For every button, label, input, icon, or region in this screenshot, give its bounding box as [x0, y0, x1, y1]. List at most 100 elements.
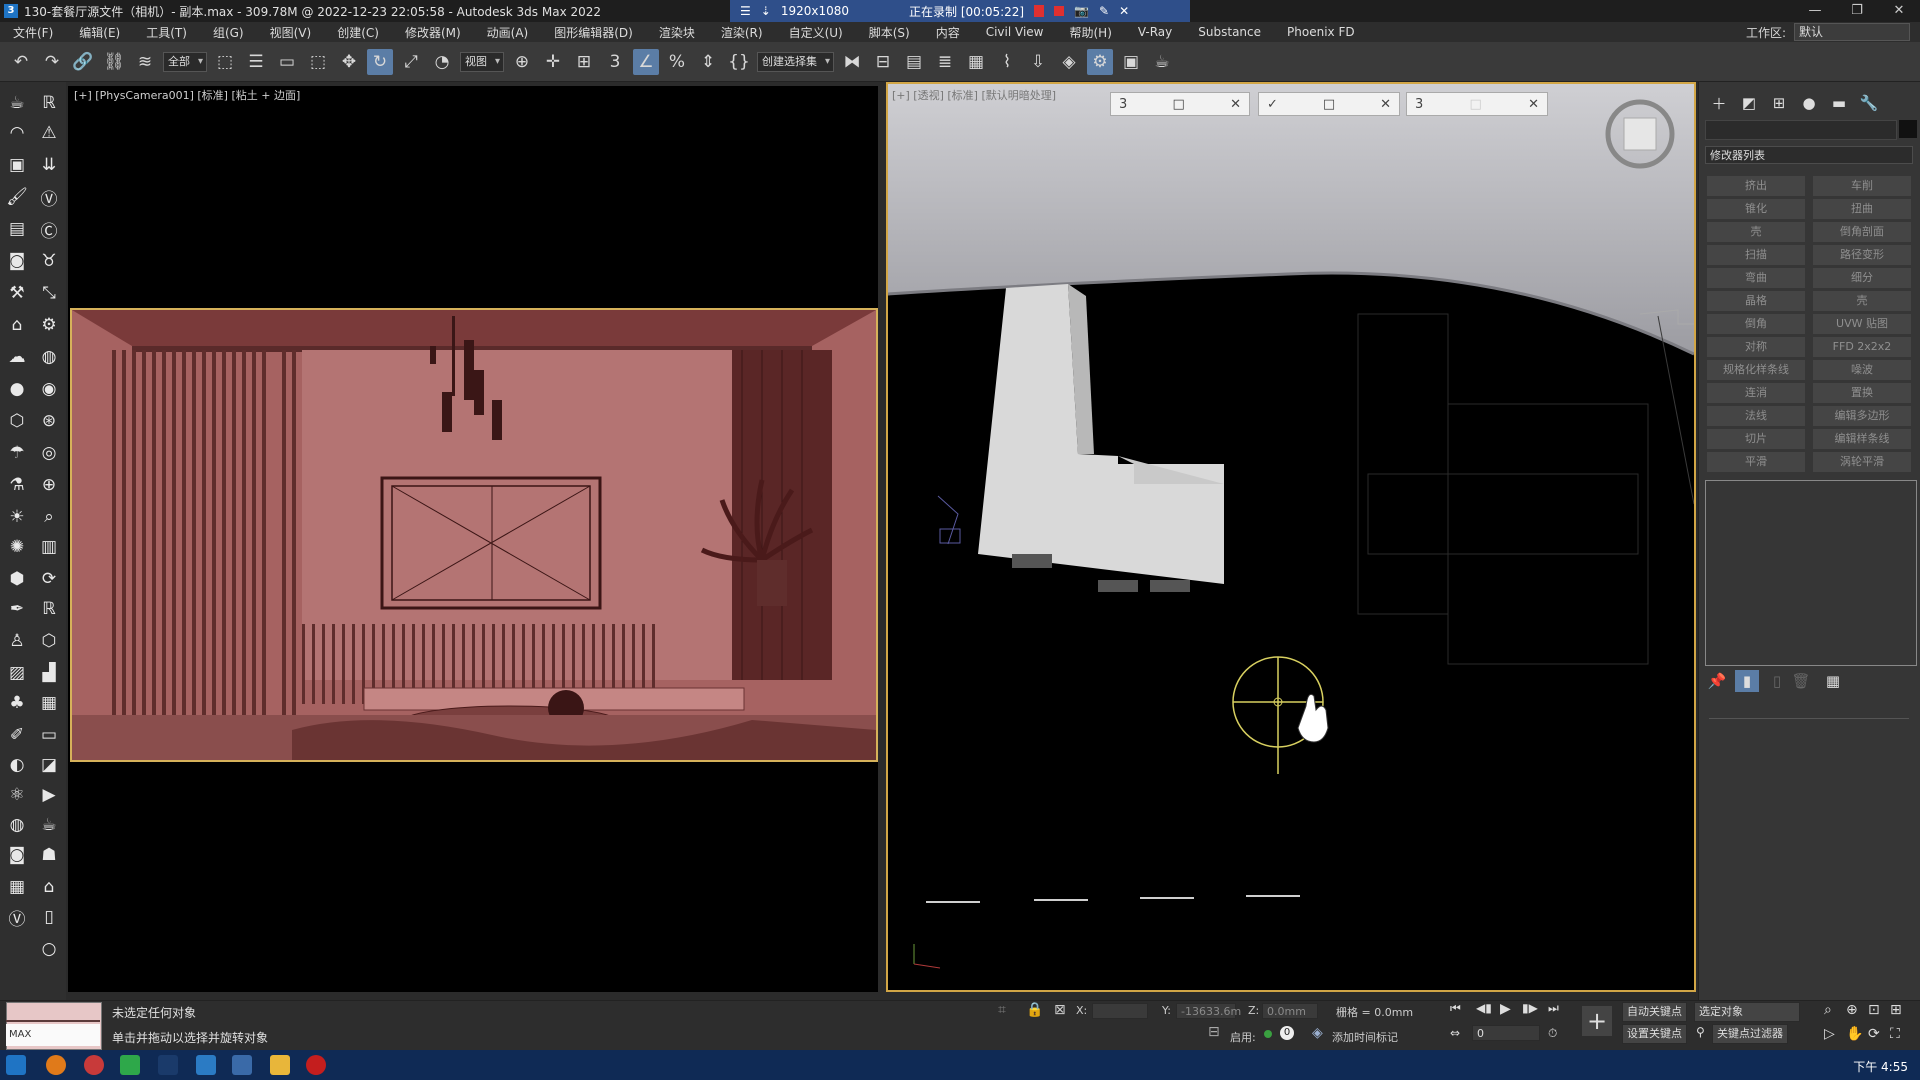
- menu-render-block[interactable]: 渲染块: [646, 24, 708, 41]
- bm-icon[interactable]: ▦: [36, 690, 62, 716]
- link-icon[interactable]: 🔗: [70, 49, 96, 75]
- undo-icon[interactable]: ↶: [8, 49, 34, 75]
- hexagon-icon[interactable]: ⬡: [4, 408, 30, 434]
- pause-record-icon[interactable]: [1034, 5, 1045, 17]
- play-icon[interactable]: ▶: [1500, 1001, 1511, 1017]
- camera-render-frame[interactable]: [70, 308, 878, 762]
- unlink-icon[interactable]: ⛓: [101, 49, 127, 75]
- auto-key-button[interactable]: 自动关键点: [1622, 1002, 1687, 1022]
- mirror-icon[interactable]: ⧓: [839, 49, 865, 75]
- flask-icon[interactable]: ⚗: [4, 472, 30, 498]
- pin-stack-icon[interactable]: 📌: [1705, 670, 1729, 692]
- menu-vray[interactable]: V-Ray: [1125, 25, 1185, 39]
- goto-start-icon[interactable]: ⏮: [1450, 1001, 1461, 1016]
- modifier-button[interactable]: 编辑多边形: [1813, 406, 1911, 426]
- cube-circle-icon[interactable]: ◍: [36, 344, 62, 370]
- modifier-button[interactable]: 车削: [1813, 176, 1911, 196]
- modifier-button[interactable]: 路径变形: [1813, 245, 1911, 265]
- photoshop-icon[interactable]: [158, 1055, 178, 1075]
- ball-icon[interactable]: ●: [4, 376, 30, 402]
- modifier-button[interactable]: 规格化样条线: [1707, 360, 1805, 380]
- configure-sets-icon[interactable]: ▦: [1821, 670, 1845, 692]
- umbrella-icon[interactable]: ☂: [4, 440, 30, 466]
- place-icon[interactable]: ◔: [429, 49, 455, 75]
- menu-customize[interactable]: 自定义(U): [776, 24, 856, 41]
- orbit-icon[interactable]: ⟳: [1868, 1026, 1880, 1042]
- modifier-button[interactable]: 涡轮平滑: [1813, 452, 1911, 472]
- 3dsmax-taskbar-icon[interactable]: [196, 1055, 216, 1075]
- sun-icon[interactable]: ☀: [4, 504, 30, 530]
- pan-icon[interactable]: ✋: [1846, 1026, 1863, 1042]
- white-circle-icon[interactable]: ○: [36, 936, 62, 962]
- modifier-button[interactable]: 连消: [1707, 383, 1805, 403]
- object-color-swatch[interactable]: [1899, 120, 1917, 138]
- zoom-icon[interactable]: ⌕: [1824, 1002, 1832, 1018]
- rotate-icon[interactable]: ↻: [367, 48, 393, 75]
- camera-icon[interactable]: 📷: [1074, 4, 1089, 18]
- maximize-viewport-icon[interactable]: ⛶: [1890, 1026, 1900, 1042]
- lamp-icon[interactable]: ⌂: [4, 312, 30, 338]
- layer-explorer-icon[interactable]: ≣: [932, 49, 958, 75]
- modifier-button[interactable]: 壳: [1707, 222, 1805, 242]
- modifier-button[interactable]: 切片: [1707, 429, 1805, 449]
- zoom-extents-all-icon[interactable]: ⊞: [1890, 1002, 1902, 1018]
- rect-selection-icon[interactable]: ▭: [274, 49, 300, 75]
- rendered-frame-icon[interactable]: ▣: [1118, 49, 1144, 75]
- modifier-button[interactable]: 对称: [1707, 337, 1805, 357]
- prev-frame-icon[interactable]: ◀▮: [1476, 1001, 1492, 1015]
- cloud-icon[interactable]: ☁: [4, 344, 30, 370]
- warning-icon[interactable]: ⚠: [36, 120, 62, 146]
- record-app-icon[interactable]: [306, 1055, 326, 1075]
- menu-modifiers[interactable]: 修改器(M): [392, 24, 474, 41]
- grass-icon[interactable]: ♣: [4, 690, 30, 716]
- stairs-icon[interactable]: ▟: [36, 660, 62, 686]
- motion-tab-icon[interactable]: ●: [1797, 92, 1821, 114]
- window-tool-icon[interactable]: ◪: [36, 752, 62, 778]
- menu-group[interactable]: 组(G): [200, 24, 257, 41]
- modify-tab-icon[interactable]: ◩: [1737, 92, 1761, 114]
- angle-snap-icon[interactable]: ∠: [633, 48, 659, 75]
- utilities-tab-icon[interactable]: 🔧: [1857, 92, 1881, 114]
- tool-item-icon[interactable]: ◙: [4, 248, 30, 274]
- kettle-icon[interactable]: ☕: [36, 812, 62, 838]
- add-time-tag[interactable]: 添加时间标记: [1332, 1029, 1398, 1045]
- maximize-icon[interactable]: □: [1470, 97, 1482, 112]
- modifier-button[interactable]: 置换: [1813, 383, 1911, 403]
- curve-editor-icon[interactable]: ⌇: [994, 49, 1020, 75]
- modifier-button[interactable]: 锥化: [1707, 199, 1805, 219]
- time-tag-icon[interactable]: ◈: [1312, 1025, 1323, 1041]
- doc-icon[interactable]: ▯: [36, 904, 62, 930]
- modifier-button[interactable]: 编辑样条线: [1813, 429, 1911, 449]
- modifier-button[interactable]: FFD 2x2x2: [1813, 337, 1911, 357]
- render-tool-icon[interactable]: ▤: [4, 216, 30, 242]
- paint-icon[interactable]: 🖌: [4, 184, 30, 210]
- select-by-name-icon[interactable]: ☰: [243, 49, 269, 75]
- zoom-all-icon[interactable]: ⊕: [1846, 1002, 1858, 1018]
- float-window-2[interactable]: ✓ □ ✕: [1258, 92, 1400, 116]
- map-icon[interactable]: ▦: [4, 874, 30, 900]
- mouse-button-icon[interactable]: ⊟: [1208, 1024, 1220, 1040]
- keyboard-shortcut-icon[interactable]: ⊞: [571, 49, 597, 75]
- redo-icon[interactable]: ↷: [39, 49, 65, 75]
- balloon-icon[interactable]: ♉: [36, 248, 62, 274]
- schematic-view-icon[interactable]: ⇩: [1025, 49, 1051, 75]
- hex-nut-icon[interactable]: ⬡: [36, 628, 62, 654]
- move-icon[interactable]: ✥: [336, 49, 362, 75]
- percent-snap-icon[interactable]: %: [664, 49, 690, 75]
- close-icon[interactable]: ✕: [1878, 0, 1920, 22]
- folder-icon[interactable]: [270, 1055, 290, 1075]
- render-production-icon[interactable]: ☕: [1149, 49, 1175, 75]
- modifier-button[interactable]: 扫描: [1707, 245, 1805, 265]
- isolate-icon[interactable]: ⌗: [998, 1002, 1006, 1018]
- menu-content[interactable]: 内容: [923, 24, 973, 41]
- show-end-result-icon[interactable]: ▮: [1735, 670, 1759, 692]
- disc-icon[interactable]: ◍: [4, 812, 30, 838]
- globe-mesh-icon[interactable]: ◎: [36, 440, 62, 466]
- pen-icon[interactable]: ✎: [1099, 4, 1109, 18]
- next-frame-icon[interactable]: ▮▶: [1522, 1001, 1538, 1015]
- fov-icon[interactable]: ▷: [1824, 1026, 1835, 1042]
- brush-icon[interactable]: ✐: [4, 722, 30, 748]
- set-key-button[interactable]: 设置关键点: [1622, 1024, 1687, 1044]
- loop-icon[interactable]: ◠: [4, 120, 30, 146]
- menu-edit[interactable]: 编辑(E): [66, 24, 133, 41]
